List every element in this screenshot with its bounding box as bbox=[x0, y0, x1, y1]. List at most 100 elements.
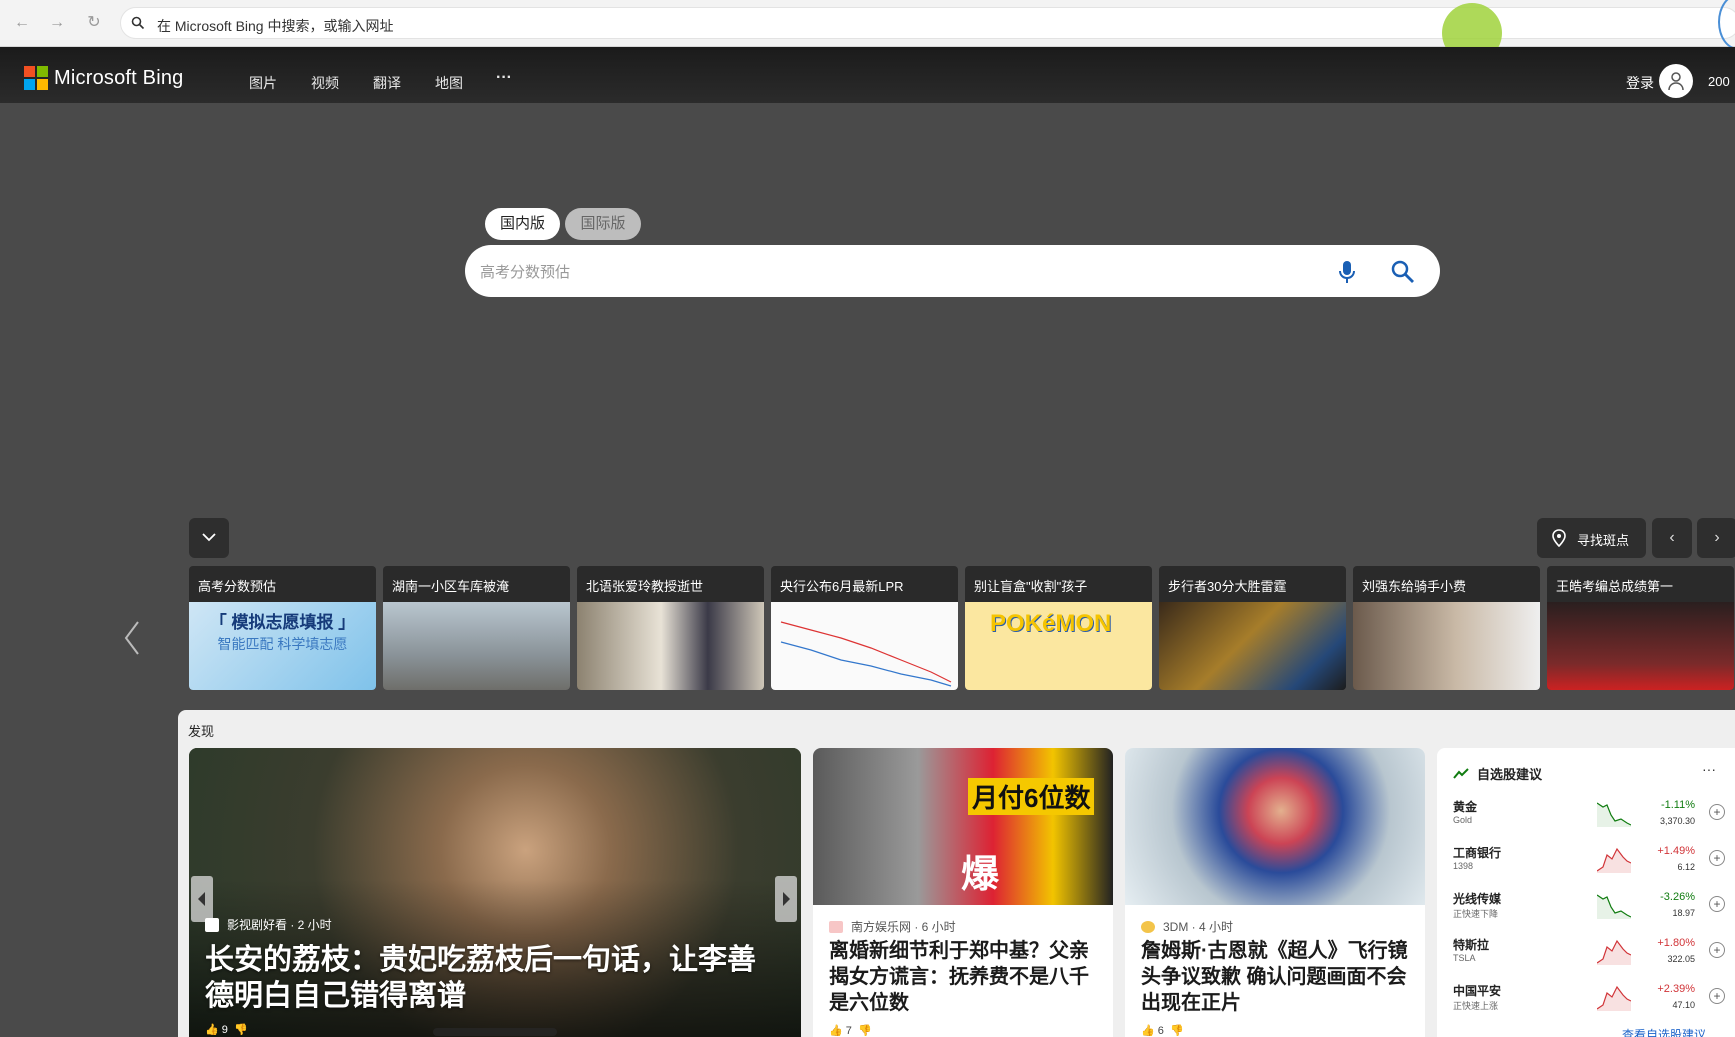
stock-change: -3.26% bbox=[1660, 891, 1695, 903]
add-stock-button[interactable]: + bbox=[1709, 896, 1725, 912]
microphone-icon[interactable] bbox=[1337, 259, 1357, 285]
stock-sparkline bbox=[1597, 847, 1631, 873]
browser-toolbar: ← → ↻ 在 Microsoft Bing 中搜索，或输入网址 bbox=[0, 0, 1735, 63]
trending-image bbox=[771, 602, 958, 690]
stocks-view-link[interactable]: 查看自选股建议 bbox=[1622, 1026, 1706, 1037]
reload-icon[interactable]: ↻ bbox=[82, 11, 106, 35]
find-spots-label: 寻找斑点 bbox=[1577, 533, 1630, 548]
hero-headline[interactable]: 长安的荔枝：贵妃吃荔枝后一句话，让李善德明白自己错得离谱 bbox=[205, 942, 775, 1014]
stock-row[interactable]: 工商银行 1398 +1.49% 6.12 + bbox=[1453, 844, 1725, 884]
nav-images[interactable]: 图片 bbox=[249, 73, 277, 93]
stock-change: +1.49% bbox=[1657, 845, 1695, 857]
trending-image bbox=[1547, 602, 1734, 690]
trending-card[interactable]: 刘强东给骑手小费 bbox=[1353, 566, 1540, 690]
trending-card[interactable]: 北语张爱玲教授逝世 bbox=[577, 566, 764, 690]
add-stock-button[interactable]: + bbox=[1709, 988, 1725, 1004]
stock-price: 322.05 bbox=[1667, 954, 1695, 964]
find-spots-button[interactable]: 寻找斑点 bbox=[1537, 518, 1646, 558]
microsoft-logo-icon bbox=[24, 66, 48, 90]
search-submit-icon[interactable] bbox=[1390, 259, 1416, 285]
location-pin-icon bbox=[1552, 529, 1566, 547]
trending-card[interactable]: 步行者30分大胜雷霆 bbox=[1159, 566, 1346, 690]
hero-next-button[interactable] bbox=[775, 876, 797, 922]
stock-sparkline bbox=[1597, 802, 1631, 827]
news-source: 3DM · 4 小时 bbox=[1141, 918, 1233, 935]
brand-name: Microsoft Bing bbox=[54, 66, 184, 89]
stock-price: 6.12 bbox=[1677, 862, 1695, 872]
trending-title: 步行者30分大胜雷霆 bbox=[1168, 579, 1287, 594]
news-likes[interactable]: 👍 6 👎 bbox=[1141, 1024, 1184, 1037]
trending-title: 湖南一小区车库被淹 bbox=[392, 579, 510, 594]
stock-name: 黄金 bbox=[1453, 800, 1478, 814]
stock-change: +1.80% bbox=[1657, 937, 1695, 949]
trending-image bbox=[577, 602, 764, 690]
add-stock-button[interactable]: + bbox=[1709, 942, 1725, 958]
add-stock-button[interactable]: + bbox=[1709, 850, 1725, 866]
trending-image bbox=[1353, 602, 1540, 690]
trending-title: 高考分数预估 bbox=[198, 579, 277, 594]
collapse-button[interactable] bbox=[189, 518, 229, 558]
trending-card[interactable]: 王皓考编总成绩第一 bbox=[1547, 566, 1734, 690]
user-icon bbox=[1668, 72, 1684, 91]
nav-maps[interactable]: 地图 bbox=[435, 73, 463, 93]
stock-ticker: 正快速上涨 bbox=[1453, 1001, 1499, 1011]
tab-international[interactable]: 国际版 bbox=[565, 208, 641, 240]
tab-domestic[interactable]: 国内版 bbox=[485, 208, 560, 240]
bing-header: Microsoft Bing 图片 视频 翻译 地图 ··· 登录 200 bbox=[0, 47, 1735, 103]
trending-image bbox=[1159, 602, 1346, 690]
trending-title: 别让盲盒"收割"孩子 bbox=[974, 579, 1088, 594]
address-placeholder: 在 Microsoft Bing 中搜索，或输入网址 bbox=[157, 18, 394, 34]
stock-row[interactable]: 中国平安 正快速上涨 +2.39% 47.10 + bbox=[1453, 982, 1725, 1022]
news-card[interactable]: 3DM · 4 小时 詹姆斯·古恩就《超人》飞行镜头争议致歉 确认问题画面不会出… bbox=[1125, 748, 1425, 1037]
news-source: 南方娱乐网 · 6 小时 bbox=[829, 918, 956, 935]
search-input[interactable]: 高考分数预估 bbox=[465, 245, 1440, 297]
login-link[interactable]: 登录 bbox=[1626, 73, 1654, 93]
stock-row[interactable]: 光线传媒 正快速下降 -3.26% 18.97 + bbox=[1453, 890, 1725, 930]
trending-image-subtext: 智能匹配 科学填志愿 bbox=[217, 636, 348, 652]
bing-logo[interactable]: Microsoft Bing bbox=[24, 66, 184, 90]
trending-card[interactable]: 高考分数预估 「 模拟志愿填报 」 智能匹配 科学填志愿 bbox=[189, 566, 376, 690]
chevron-right-icon[interactable]: › bbox=[1697, 518, 1735, 558]
trending-image bbox=[383, 602, 570, 690]
trending-image: 「 模拟志愿填报 」 智能匹配 科学填志愿 bbox=[189, 602, 376, 690]
strip-scroll-left-icon[interactable] bbox=[122, 620, 142, 656]
stock-row[interactable]: 特斯拉 TSLA +1.80% 322.05 + bbox=[1453, 936, 1725, 976]
carousel-indicator[interactable] bbox=[433, 1028, 557, 1036]
trending-image: POKéMON bbox=[965, 602, 1152, 690]
trending-card[interactable]: 湖南一小区车库被淹 bbox=[383, 566, 570, 690]
stock-ticker: TSLA bbox=[1453, 953, 1476, 963]
add-stock-button[interactable]: + bbox=[1709, 804, 1725, 820]
trending-card[interactable]: 别让盲盒"收割"孩子 POKéMON bbox=[965, 566, 1152, 690]
stock-trend-icon bbox=[1453, 767, 1469, 779]
stock-change: +2.39% bbox=[1657, 983, 1695, 995]
arrow-left-icon[interactable]: ← bbox=[10, 11, 34, 35]
stock-price: 18.97 bbox=[1672, 908, 1695, 918]
search-icon bbox=[131, 16, 145, 30]
source-logo-icon bbox=[829, 920, 843, 933]
nav-translate[interactable]: 翻译 bbox=[373, 73, 401, 93]
hero-likes[interactable]: 👍 9 👎 bbox=[205, 1023, 248, 1036]
stocks-more-button[interactable]: ··· bbox=[1702, 761, 1716, 777]
stock-ticker: 1398 bbox=[1453, 861, 1474, 871]
sidebar-edge-icon[interactable] bbox=[1718, 0, 1735, 50]
trending-title: 央行公布6月最新LPR bbox=[780, 579, 904, 594]
source-logo-icon bbox=[1141, 920, 1155, 933]
stock-suggestions-card: 自选股建议 ··· 黄金 Gold -1.11% 3,370.30 + 工商银行 1398 +… bbox=[1437, 748, 1735, 1037]
stock-row[interactable]: 黄金 Gold -1.11% 3,370.30 + bbox=[1453, 798, 1725, 838]
avatar[interactable] bbox=[1659, 64, 1693, 98]
news-headline[interactable]: 詹姆斯·古恩就《超人》飞行镜头争议致歉 确认问题画面不会出现在正片 bbox=[1141, 938, 1413, 1016]
chevron-left-icon[interactable]: ‹ bbox=[1652, 518, 1692, 558]
trending-title: 北语张爱玲教授逝世 bbox=[586, 579, 704, 594]
news-headline[interactable]: 离婚新细节利于郑中基？父亲揭女方谎言：抚养费不是八千是六位数 bbox=[829, 938, 1101, 1016]
trending-image-text: 「 模拟志愿填报 」 bbox=[209, 613, 356, 632]
news-card[interactable]: 月付6位数 爆 南方娱乐网 · 6 小时 离婚新细节利于郑中基？父亲揭女方谎言：… bbox=[813, 748, 1113, 1037]
nav-videos[interactable]: 视频 bbox=[311, 73, 339, 93]
hero-news-card[interactable]: 影视剧好看 · 2 小时 长安的荔枝：贵妃吃荔枝后一句话，让李善德明白自己错得离… bbox=[189, 748, 801, 1037]
trending-card[interactable]: 央行公布6月最新LPR bbox=[771, 566, 958, 690]
rewards-points[interactable]: 200 bbox=[1708, 74, 1730, 89]
nav-more-button[interactable]: ··· bbox=[496, 69, 512, 87]
news-likes[interactable]: 👍 7 👎 bbox=[829, 1024, 872, 1037]
arrow-right-icon[interactable]: → bbox=[45, 11, 69, 35]
stock-name: 工商银行 bbox=[1453, 846, 1502, 860]
stock-sparkline bbox=[1597, 985, 1631, 1011]
